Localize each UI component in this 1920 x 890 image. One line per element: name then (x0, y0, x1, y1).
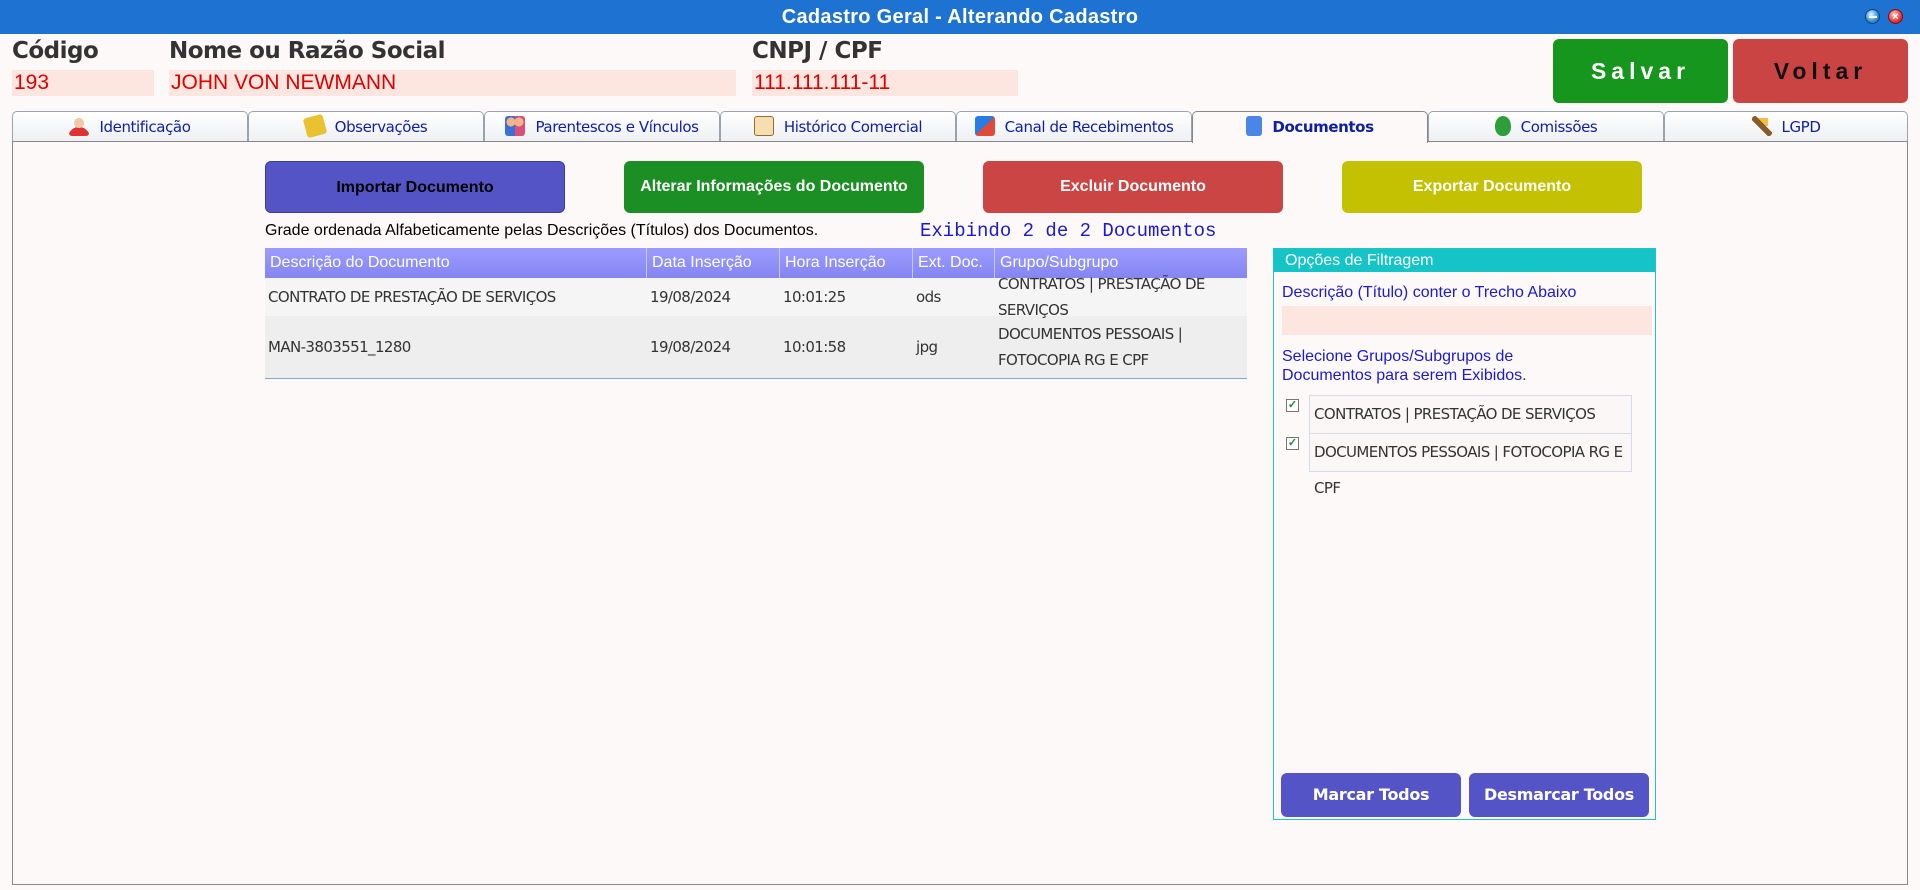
tab-canal[interactable]: Canal de Recebimentos (956, 111, 1192, 141)
tab-label: Documentos (1272, 118, 1374, 136)
import-document-button[interactable]: Importar Documento (265, 161, 565, 213)
cards-icon (974, 116, 995, 136)
window-titlebar: Cadastro Geral - Alterando Cadastro × (0, 0, 1920, 34)
tab-identificacao[interactable]: Identificação (12, 111, 248, 141)
save-button[interactable]: Salvar (1553, 39, 1728, 103)
tab-label: Parentescos e Vínculos (535, 118, 699, 136)
family-icon (505, 116, 526, 136)
tab-label: Comissões (1520, 118, 1598, 136)
table-row[interactable]: CONTRATO DE PRESTAÇÃO DE SERVIÇOS 19/08/… (265, 275, 1247, 319)
column-header[interactable]: Ext. Doc. (913, 248, 995, 278)
tab-label: LGPD (1781, 118, 1821, 136)
gavel-icon (1751, 116, 1772, 136)
list-item[interactable]: ✓ DOCUMENTOS PESSOAIS | FOTOCOPIA RG E C… (1282, 433, 1632, 497)
close-icon[interactable]: × (1888, 9, 1903, 24)
documents-table: Descrição do Documento Data Inserção Hor… (265, 248, 1247, 379)
document-icon (1246, 116, 1263, 136)
cell-time: 10:01:25 (783, 288, 846, 306)
group-label: CONTRATOS | PRESTAÇÃO DE SERVIÇOS (1309, 395, 1632, 434)
cell-description: CONTRATO DE PRESTAÇÃO DE SERVIÇOS (268, 288, 556, 306)
cell-extension: ods (916, 288, 941, 306)
group-checklist: ✓ CONTRATOS | PRESTAÇÃO DE SERVIÇOS ✓ DO… (1282, 395, 1632, 497)
cell-extension: jpg (916, 338, 938, 356)
filter-panel: Opções de Filtragem Descrição (Título) c… (1273, 248, 1656, 820)
nome-label: Nome ou Razão Social (169, 38, 446, 64)
tab-parentescos[interactable]: Parentescos e Vínculos (484, 111, 720, 141)
tab-label: Canal de Recebimentos (1004, 118, 1174, 136)
codigo-label: Código (12, 38, 99, 64)
tab-historico[interactable]: Histórico Comercial (720, 111, 956, 141)
column-header[interactable]: Hora Inserção (780, 248, 913, 278)
cell-description: MAN-3803551_1280 (268, 338, 411, 356)
notes-icon (302, 113, 327, 139)
tab-observacoes[interactable]: Observações (248, 111, 484, 141)
codigo-field[interactable]: 193 (12, 70, 154, 96)
cnpj-label: CNPJ / CPF (752, 38, 883, 64)
money-bag-icon (1494, 116, 1511, 136)
export-document-button[interactable]: Exportar Documento (1342, 161, 1642, 213)
column-header[interactable]: Data Inserção (647, 248, 780, 278)
tab-bar: Identificação Observações Parentescos e … (12, 111, 1908, 143)
checkbox-checked-icon[interactable]: ✓ (1286, 437, 1299, 450)
minimize-icon[interactable] (1865, 9, 1880, 24)
edit-document-button[interactable]: Alterar Informações do Documento (624, 161, 924, 213)
filter-description-label: Descrição (Título) conter o Trecho Abaix… (1282, 284, 1577, 301)
window-title: Cadastro Geral - Alterando Cadastro (781, 6, 1139, 28)
cnpj-field[interactable]: 111.111.111-11 (752, 70, 1018, 96)
tab-lgpd[interactable]: LGPD (1664, 111, 1908, 141)
filter-title: Opções de Filtragem (1274, 249, 1655, 272)
filter-groups-label: Selecione Grupos/Subgrupos de Documentos… (1282, 348, 1527, 384)
tab-comissoes[interactable]: Comissões (1428, 111, 1664, 141)
tab-label: Observações (334, 118, 428, 136)
history-icon (753, 116, 774, 136)
grid-caption: Grade ordenada Alfabeticamente pelas Des… (265, 222, 819, 239)
cell-date: 19/08/2024 (650, 288, 731, 306)
group-label: DOCUMENTOS PESSOAIS | FOTOCOPIA RG E CPF (1309, 433, 1632, 497)
tab-documentos[interactable]: Documentos (1192, 111, 1428, 143)
nome-field[interactable]: JOHN VON NEWMANN (169, 70, 736, 96)
table-row[interactable]: MAN-3803551_1280 19/08/2024 10:01:58 jpg… (265, 316, 1247, 378)
grid-count: Exibindo 2 de 2 Documentos (920, 220, 1217, 242)
filter-description-input[interactable] (1282, 306, 1652, 335)
tab-label: Identificação (99, 118, 191, 136)
mark-all-button[interactable]: Marcar Todos (1281, 773, 1461, 817)
person-icon (69, 116, 90, 136)
delete-document-button[interactable]: Excluir Documento (983, 161, 1283, 213)
checkbox-checked-icon[interactable]: ✓ (1286, 399, 1299, 412)
column-header[interactable]: Descrição do Documento (265, 248, 647, 278)
list-item[interactable]: ✓ CONTRATOS | PRESTAÇÃO DE SERVIÇOS (1282, 395, 1632, 434)
cell-group: CONTRATOS | PRESTAÇÃO DE SERVIÇOS (998, 275, 1205, 319)
tab-label: Histórico Comercial (783, 118, 923, 136)
back-button[interactable]: Voltar (1733, 39, 1908, 103)
cell-group: DOCUMENTOS PESSOAIS | FOTOCOPIA RG E CPF (998, 325, 1183, 369)
unmark-all-button[interactable]: Desmarcar Todos (1469, 773, 1649, 817)
cell-time: 10:01:58 (783, 338, 846, 356)
cell-date: 19/08/2024 (650, 338, 731, 356)
